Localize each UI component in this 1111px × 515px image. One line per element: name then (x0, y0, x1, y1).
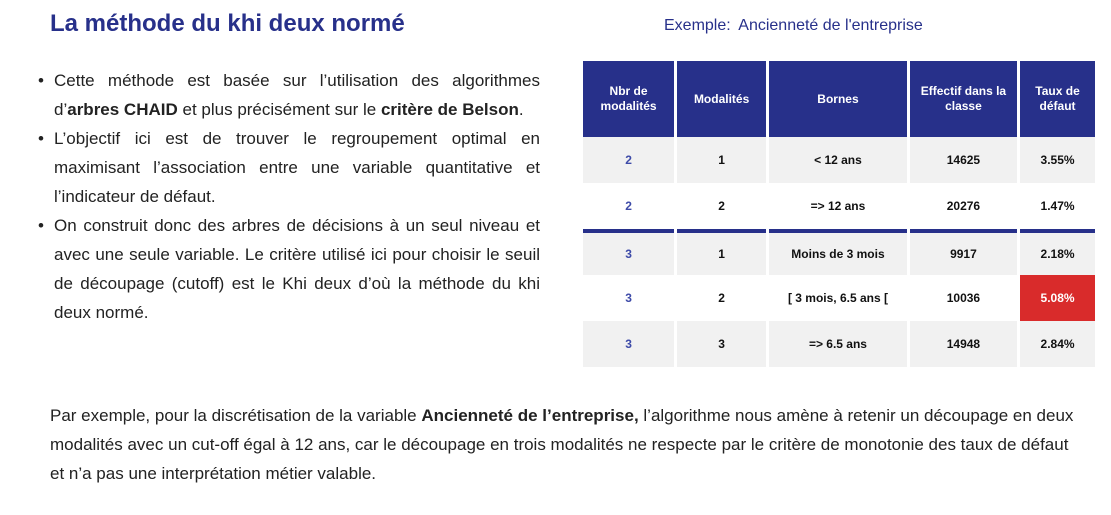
cell-modalite: 1 (677, 229, 767, 275)
header-bornes: Bornes (769, 61, 907, 137)
cell-bornes: => 12 ans (769, 183, 907, 229)
cell-modalite: 1 (677, 137, 767, 183)
header-nbr-modalites: Nbr de modalités (583, 61, 675, 137)
example-label: Exemple: (664, 17, 731, 34)
cell-taux: 2.84% (1020, 321, 1095, 367)
example-subject: Ancienneté de l'entreprise (738, 17, 923, 34)
cell-bornes: [ 3 mois, 6.5 ans [ (769, 275, 907, 321)
table-row: 2 1 < 12 ans 14625 3.55% (583, 137, 1095, 183)
page-title: La méthode du khi deux normé (50, 10, 405, 37)
cell-nbr: 2 (583, 183, 675, 229)
header-effectif: Effectif dans la classe (909, 61, 1018, 137)
cell-nbr: 3 (583, 275, 675, 321)
cell-effectif: 14625 (909, 137, 1018, 183)
cell-modalite: 2 (677, 183, 767, 229)
header-modalites: Modalités (677, 61, 767, 137)
bullet-item: Cette méthode est basée sur l’utilisatio… (36, 66, 540, 124)
conclusion-paragraph: Par exemple, pour la discrétisation de l… (50, 406, 1074, 483)
table-row: 3 1 Moins de 3 mois 9917 2.18% (583, 229, 1095, 275)
header-taux-defaut: Taux de défaut (1020, 61, 1095, 137)
cell-nbr: 2 (583, 137, 675, 183)
bold-term-belson: critère de Belson (380, 100, 519, 119)
cell-nbr: 3 (583, 321, 675, 367)
cell-taux: 2.18% (1020, 229, 1095, 275)
bullet-item: On construit donc des arbres de décision… (36, 211, 540, 327)
cell-modalite: 3 (677, 321, 767, 367)
cell-modalite: 2 (677, 275, 767, 321)
cell-bornes: < 12 ans (769, 137, 907, 183)
cell-effectif: 9917 (909, 229, 1018, 275)
bullet-item: L’objectif ici est de trouver le regroup… (36, 124, 540, 211)
bullet-list: Cette méthode est basée sur l’utilisatio… (36, 66, 540, 327)
cell-effectif: 14948 (909, 321, 1018, 367)
table-row: 3 2 [ 3 mois, 6.5 ans [ 10036 5.08% (583, 275, 1095, 321)
cell-nbr: 3 (583, 229, 675, 275)
cell-effectif: 20276 (909, 183, 1018, 229)
cell-effectif: 10036 (909, 275, 1018, 321)
cell-taux-highlighted: 5.08% (1020, 275, 1095, 321)
bold-term-chaid: arbres CHAID (67, 100, 178, 119)
table-row: 2 2 => 12 ans 20276 1.47% (583, 183, 1095, 229)
table-row: 3 3 => 6.5 ans 14948 2.84% (583, 321, 1095, 367)
example-caption: Exemple: Ancienneté de l'entreprise (664, 17, 927, 35)
example-table: Nbr de modalités Modalités Bornes Effect… (580, 61, 1098, 367)
cell-bornes: Moins de 3 mois (769, 229, 907, 275)
cell-taux: 3.55% (1020, 137, 1095, 183)
table-header-row: Nbr de modalités Modalités Bornes Effect… (583, 61, 1095, 137)
cell-bornes: => 6.5 ans (769, 321, 907, 367)
cell-taux: 1.47% (1020, 183, 1095, 229)
bold-variable-name: Ancienneté de l’entreprise, (421, 406, 639, 425)
